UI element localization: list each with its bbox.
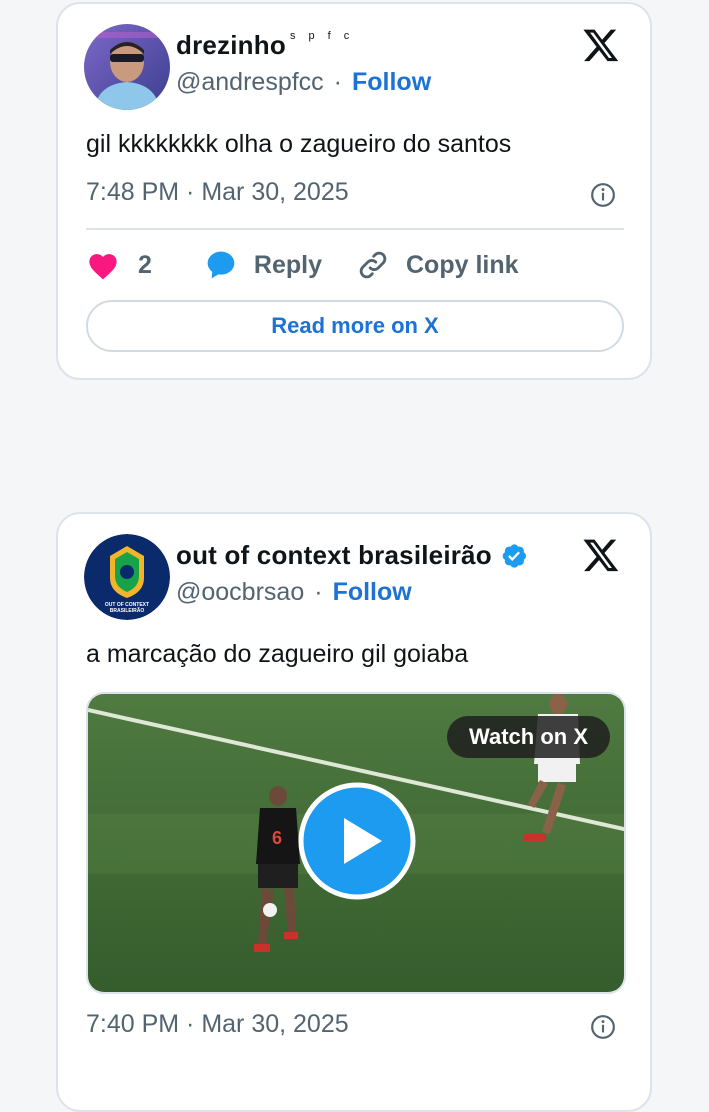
play-icon[interactable]: [298, 782, 416, 900]
svg-text:6: 6: [272, 828, 282, 848]
handle[interactable]: @oocbrsao: [176, 578, 304, 607]
avatar[interactable]: [84, 24, 170, 110]
x-logo-icon[interactable]: [582, 26, 620, 64]
reply-label: Reply: [253, 250, 322, 279]
reply-button[interactable]: Reply: [204, 249, 322, 281]
link-icon: [356, 248, 390, 282]
verified-badge-icon: [500, 542, 528, 570]
reply-bubble-icon: [204, 249, 238, 281]
avatar[interactable]: OUT OF CONTEXT BRASILEIRÃO: [84, 534, 170, 620]
info-icon[interactable]: [590, 1014, 616, 1040]
tweet-text: a marcação do zagueiro gil goiaba: [86, 640, 469, 668]
name-row: out of context brasileirão: [176, 540, 528, 571]
display-name[interactable]: out of context brasileirão: [176, 540, 492, 571]
follow-link[interactable]: Follow: [352, 68, 431, 97]
timestamp[interactable]: 7:48 PM · Mar 30, 2025: [86, 178, 349, 207]
divider: [86, 228, 624, 230]
name-row: drezinho s p f c: [176, 30, 354, 61]
info-icon[interactable]: [590, 182, 616, 208]
separator-dot: ·: [333, 68, 342, 96]
display-name-suffix: s p f c: [289, 30, 355, 42]
display-name[interactable]: drezinho: [176, 30, 286, 61]
handle-row: @oocbrsao · Follow: [176, 578, 412, 607]
timestamp[interactable]: 7:40 PM · Mar 30, 2025: [86, 1010, 349, 1039]
like-button[interactable]: 2: [86, 250, 152, 280]
x-logo-icon[interactable]: [582, 536, 620, 574]
handle-row: @andrespfcc · Follow: [176, 68, 431, 97]
watch-on-x-button[interactable]: Watch on X: [447, 716, 610, 758]
tweet-card-1: drezinho s p f c @andrespfcc · Follow gi…: [56, 2, 652, 380]
like-count: 2: [138, 250, 152, 279]
tweet-card-2: OUT OF CONTEXT BRASILEIRÃO out of contex…: [56, 512, 652, 1112]
tweet-text: gil kkkkkkkk olha o zagueiro do santos: [86, 130, 512, 158]
read-more-button[interactable]: Read more on X: [86, 300, 624, 352]
separator-dot: ·: [314, 578, 323, 606]
follow-link[interactable]: Follow: [333, 578, 412, 607]
copy-link-button[interactable]: Copy link: [356, 248, 519, 282]
heart-icon: [86, 250, 120, 280]
copy-link-label: Copy link: [406, 250, 519, 279]
action-bar: 2 Reply Copy link: [86, 248, 519, 282]
video-player[interactable]: 6 Watch on X: [86, 692, 626, 994]
svg-text:BRASILEIRÃO: BRASILEIRÃO: [110, 607, 145, 614]
handle[interactable]: @andrespfcc: [176, 68, 324, 97]
